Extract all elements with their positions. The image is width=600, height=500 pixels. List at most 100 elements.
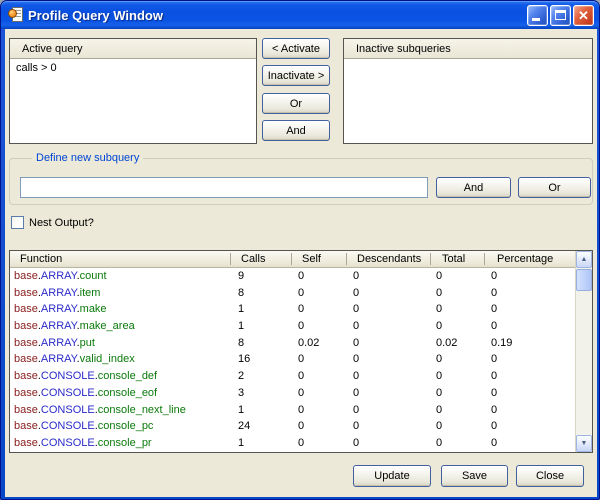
total-cell: 0.02 [430,335,484,352]
column-header-descendants[interactable]: Descendants [346,251,430,267]
update-button[interactable]: Update [353,465,431,487]
percentage-cell: 0 [484,318,575,335]
descendants-cell: 0 [346,318,430,335]
table-row[interactable]: base.CONSOLE.console_def 2 0 0 0 0 [10,368,575,385]
table-row[interactable]: base.ARRAY.valid_index 16 0 0 0 0 [10,351,575,368]
table-body: base.ARRAY.count 9 0 0 0 0 base.ARRAY.it… [10,268,575,452]
column-header-function[interactable]: Function [10,251,230,267]
function-cell: base.CONSOLE.console_eof [10,385,230,402]
descendants-cell: 0 [346,435,430,452]
descendants-cell: 0 [346,368,430,385]
maximize-icon [555,10,566,20]
percentage-cell: 0 [484,435,575,452]
calls-cell: 8 [230,335,291,352]
minimize-button[interactable] [527,5,548,26]
percentage-cell: 0 [484,368,575,385]
descendants-cell: 0 [346,402,430,419]
descendants-cell: 0 [346,385,430,402]
calls-cell: 2 [230,368,291,385]
active-query-item[interactable]: calls > 0 [10,59,256,76]
self-cell: 0 [291,368,346,385]
calls-cell: 1 [230,402,291,419]
maximize-button[interactable] [550,5,571,26]
self-cell: 0 [291,301,346,318]
function-cell: base.ARRAY.item [10,285,230,302]
and-subquery-button[interactable]: And [436,177,511,198]
percentage-cell: 0 [484,268,575,285]
self-cell: 0 [291,351,346,368]
calls-cell: 1 [230,435,291,452]
function-cell: base.ARRAY.valid_index [10,351,230,368]
descendants-cell: 0 [346,301,430,318]
calls-cell: 9 [230,268,291,285]
total-cell: 0 [430,285,484,302]
window-icon [8,7,24,23]
function-cell: base.CONSOLE.console_def [10,368,230,385]
descendants-cell: 0 [346,335,430,352]
total-cell: 0 [430,301,484,318]
column-header-percentage[interactable]: Percentage [484,251,575,267]
save-button[interactable]: Save [441,465,508,487]
and-transfer-button[interactable]: And [262,120,330,141]
activate-button[interactable]: < Activate [262,38,330,59]
total-cell: 0 [430,402,484,419]
nest-output-row: Nest Output? [11,215,94,230]
titlebar[interactable]: Profile Query Window ✕ [1,1,599,29]
active-query-panel: Active query calls > 0 [9,38,257,144]
table-row[interactable]: base.ARRAY.make 1 0 0 0 0 [10,301,575,318]
or-subquery-button[interactable]: Or [518,177,591,198]
inactive-subqueries-list[interactable] [344,59,592,143]
table-header: Function Calls Self Descendants Total Pe… [10,251,575,268]
total-cell: 0 [430,268,484,285]
self-cell: 0 [291,402,346,419]
scrollbar-thumb[interactable] [576,269,592,291]
table-row[interactable]: base.CONSOLE.console_eof 3 0 0 0 0 [10,385,575,402]
define-subquery-groupbox: Define new subquery And Or [9,158,593,205]
table-row[interactable]: base.CONSOLE.console_next_line 1 0 0 0 0 [10,402,575,419]
table-row[interactable]: base.ARRAY.item 8 0 0 0 0 [10,285,575,302]
percentage-cell: 0 [484,351,575,368]
column-header-self[interactable]: Self [291,251,346,267]
function-cell: base.ARRAY.make [10,301,230,318]
descendants-cell: 0 [346,351,430,368]
table-row[interactable]: base.CONSOLE.console_pc 24 0 0 0 0 [10,418,575,435]
or-transfer-button[interactable]: Or [262,93,330,114]
column-header-total[interactable]: Total [430,251,484,267]
scroll-up-button[interactable]: ▲ [576,251,592,268]
percentage-cell: 0 [484,418,575,435]
active-query-list[interactable]: calls > 0 [10,59,256,143]
descendants-cell: 0 [346,268,430,285]
scroll-down-button[interactable]: ▼ [576,435,592,452]
vertical-scrollbar[interactable]: ▲ ▼ [575,251,592,452]
self-cell: 0 [291,385,346,402]
table-row[interactable]: base.ARRAY.make_area 1 0 0 0 0 [10,318,575,335]
calls-cell: 16 [230,351,291,368]
scrollbar-track[interactable] [576,291,592,435]
total-cell: 0 [430,368,484,385]
close-button[interactable]: ✕ [573,5,594,26]
function-cell: base.CONSOLE.console_pc [10,418,230,435]
total-cell: 0 [430,351,484,368]
column-header-calls[interactable]: Calls [230,251,291,267]
calls-cell: 24 [230,418,291,435]
table-row[interactable]: base.CONSOLE.console_pr 1 0 0 0 0 [10,435,575,452]
nest-output-checkbox[interactable] [11,216,24,229]
function-cell: base.CONSOLE.console_next_line [10,402,230,419]
percentage-cell: 0.19 [484,335,575,352]
calls-cell: 1 [230,318,291,335]
table-row[interactable]: base.ARRAY.count 9 0 0 0 0 [10,268,575,285]
descendants-cell: 0 [346,418,430,435]
inactivate-button[interactable]: Inactivate > [262,65,330,86]
descendants-cell: 0 [346,285,430,302]
close-dialog-button[interactable]: Close [516,465,584,487]
subquery-input[interactable] [20,177,428,198]
calls-cell: 1 [230,301,291,318]
percentage-cell: 0 [484,301,575,318]
function-cell: base.ARRAY.put [10,335,230,352]
dialog-client-area: Active query calls > 0 < Activate Inacti… [5,29,597,497]
table-row[interactable]: base.ARRAY.put 8 0.02 0 0.02 0.19 [10,335,575,352]
self-cell: 0 [291,318,346,335]
self-cell: 0 [291,268,346,285]
inactive-subqueries-panel: Inactive subqueries [343,38,593,144]
total-cell: 0 [430,318,484,335]
